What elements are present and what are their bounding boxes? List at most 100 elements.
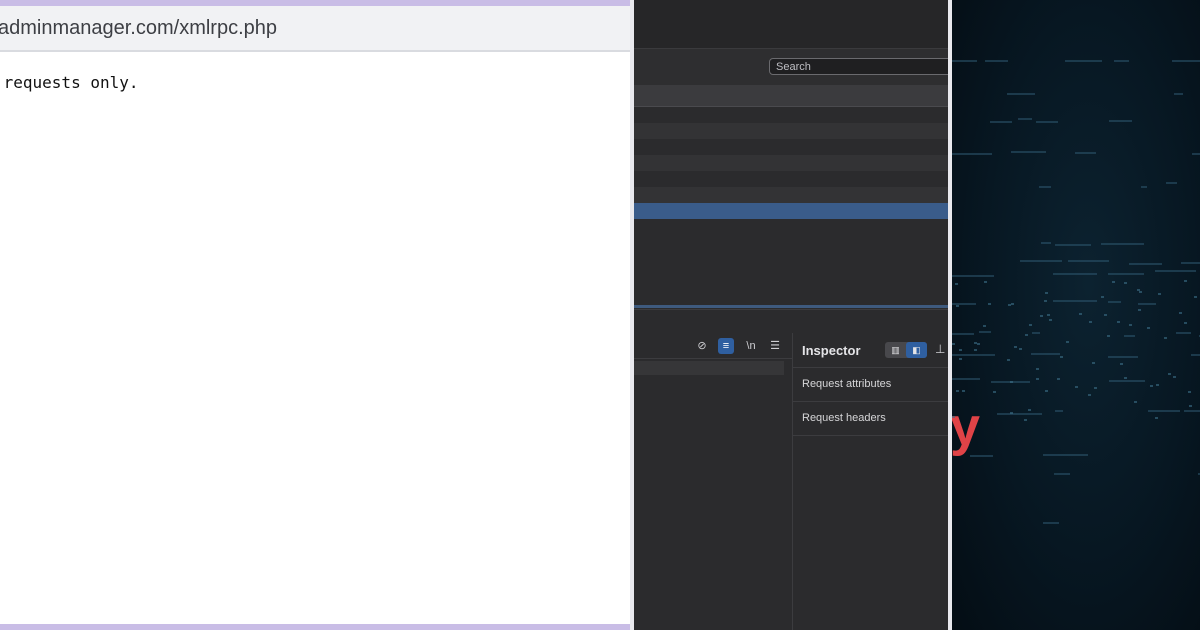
code-texture [1172,60,1200,62]
address-bar-url[interactable]: adminmanager.com/xmlrpc.php [0,17,277,40]
inspector-item-request-headers[interactable]: Request headers [793,402,948,436]
code-texture [1066,341,1069,343]
code-texture [1025,334,1028,336]
code-texture [1047,314,1050,316]
code-texture [1029,324,1032,326]
code-texture [1189,405,1192,407]
request-row[interactable] [634,203,948,219]
code-texture [1139,291,1142,293]
inspector-item-request-attributes[interactable]: Request attributes [793,368,948,402]
browser-window: adminmanager.com/xmlrpc.php requests onl… [0,0,630,630]
code-texture [1150,385,1153,387]
code-texture [1104,314,1107,316]
code-texture [1032,332,1040,334]
code-texture [1019,348,1022,350]
code-texture [1181,262,1200,264]
code-texture [1041,242,1051,244]
pane-splitter[interactable] [634,305,948,308]
code-texture [1031,353,1060,355]
inspector-view-toggle[interactable]: ▥ ◧ [885,342,927,358]
code-texture [974,349,977,351]
code-texture [1168,373,1171,375]
code-texture [1036,378,1039,380]
code-texture [952,153,992,155]
list-view-icon[interactable]: ▥ [885,342,906,358]
code-texture [988,303,991,305]
code-texture [1124,282,1127,284]
code-texture [1092,362,1095,364]
code-texture [1044,300,1047,302]
code-texture [1101,296,1104,298]
code-texture [1057,378,1060,380]
code-texture [1108,273,1144,275]
code-texture [1101,243,1144,245]
code-texture [1129,263,1162,265]
code-texture [1147,327,1150,329]
code-texture [990,121,1012,123]
menu-icon[interactable]: ☰ [767,338,783,354]
code-texture [1194,296,1197,298]
detail-toolbar: ⊘ ≡ \n ☰ [634,334,792,359]
code-texture [1124,335,1135,337]
code-texture [1020,260,1062,262]
code-texture [1164,337,1167,339]
code-texture [1138,309,1141,311]
code-background-image: y [952,0,1200,630]
code-texture [1174,93,1183,95]
code-texture [959,349,962,351]
code-texture [1036,121,1058,123]
code-texture [979,331,991,333]
code-texture [1166,182,1177,184]
code-texture [1007,359,1010,361]
split-view-icon[interactable]: ◧ [906,342,927,358]
code-texture [993,391,996,393]
request-detail-pane: ⊘ ≡ \n ☰ Inspector ▥ ◧ ⊥ Request attribu… [634,309,948,630]
code-texture [1184,322,1187,324]
code-texture [1039,186,1051,188]
address-bar[interactable]: adminmanager.com/xmlrpc.php [0,6,630,52]
code-texture [1184,280,1187,282]
code-texture [1107,335,1110,337]
search-input[interactable] [769,58,948,75]
code-texture [952,416,955,418]
devtools-titlebar [634,0,948,49]
collapse-icon[interactable]: ⊥ [935,342,945,356]
hide-eye-icon[interactable]: ⊘ [694,338,710,354]
request-row[interactable] [634,123,948,139]
code-texture [1088,394,1091,396]
wrap-lines-icon[interactable]: ≡ [718,338,734,354]
code-texture [1010,412,1013,414]
code-texture [962,390,965,392]
code-texture [1075,386,1078,388]
code-texture [952,60,977,62]
detail-text-line [634,361,784,375]
code-texture [952,343,955,345]
request-row[interactable] [634,155,948,171]
code-texture [974,342,977,344]
inspector-item-label: Request headers [802,412,886,424]
newline-icon[interactable]: \n [743,338,759,354]
accent-letter: y [952,397,981,457]
code-texture [1156,384,1159,386]
code-texture [1155,270,1196,272]
code-texture [977,343,980,345]
request-row[interactable] [634,187,948,203]
code-texture [1049,319,1052,321]
request-row[interactable] [634,107,948,123]
code-texture [1173,376,1176,378]
request-row[interactable] [634,171,948,187]
code-texture [1155,417,1158,419]
code-texture [1138,303,1156,305]
code-texture [1109,380,1145,382]
code-texture [1011,303,1014,305]
code-texture [1024,419,1027,421]
page-message: requests only. [0,73,139,92]
code-texture [1007,93,1035,95]
code-texture [1010,381,1013,383]
inspector-header: Inspector ▥ ◧ ⊥ [793,333,948,368]
code-texture [1053,300,1097,302]
code-texture [1094,387,1097,389]
request-row[interactable] [634,139,948,155]
code-texture [1114,60,1129,62]
code-texture [1109,120,1132,122]
